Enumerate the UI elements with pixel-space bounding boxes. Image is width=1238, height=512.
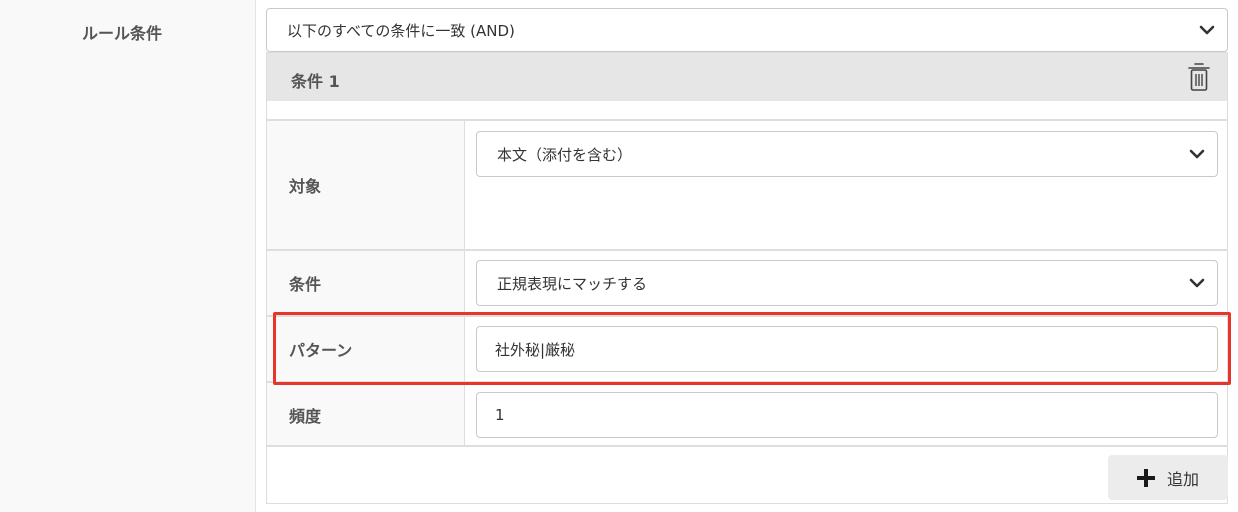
frequency-row: 頻度 1	[267, 381, 1227, 447]
target-row: 対象 本文（添付を含む）	[267, 119, 1227, 249]
add-button-label: 追加	[1166, 469, 1199, 489]
pattern-input[interactable]: 社外秘|厳秘	[476, 326, 1218, 372]
frequency-input[interactable]: 1	[476, 392, 1218, 438]
operator-select[interactable]: 正規表現にマッチする	[476, 260, 1218, 306]
plus-icon	[1136, 468, 1155, 487]
add-condition-button[interactable]: 追加	[1108, 455, 1228, 500]
chevron-down-icon	[1199, 25, 1215, 35]
condition-panel: 条件 1 対象 本文（添付を含む） 条件 正規表現にマッチする パターン 社外秘…	[266, 52, 1228, 504]
rule-label-column: ルール条件	[0, 0, 256, 512]
match-mode-value: 以下のすべての条件に一致 (AND)	[287, 21, 515, 40]
chevron-down-icon	[1189, 278, 1205, 288]
condition-header: 条件 1	[267, 53, 1227, 101]
pattern-label: パターン	[289, 341, 353, 360]
operator-value: 正規表現にマッチする	[497, 274, 648, 293]
operator-label: 条件	[289, 275, 322, 294]
frequency-label: 頻度	[289, 407, 322, 426]
trash-icon[interactable]	[1185, 61, 1213, 93]
condition-title: 条件 1	[291, 72, 340, 91]
operator-row: 条件 正規表現にマッチする	[267, 249, 1227, 315]
table-bottom-divider	[267, 445, 1227, 447]
rule-condition-label: ルール条件	[82, 24, 163, 43]
chevron-down-icon	[1189, 149, 1205, 159]
target-select[interactable]: 本文（添付を含む）	[476, 131, 1218, 177]
target-value: 本文（添付を含む）	[497, 145, 633, 164]
target-label: 対象	[289, 177, 322, 196]
pattern-row: パターン 社外秘|厳秘	[267, 315, 1227, 381]
match-mode-select[interactable]: 以下のすべての条件に一致 (AND)	[266, 8, 1228, 52]
